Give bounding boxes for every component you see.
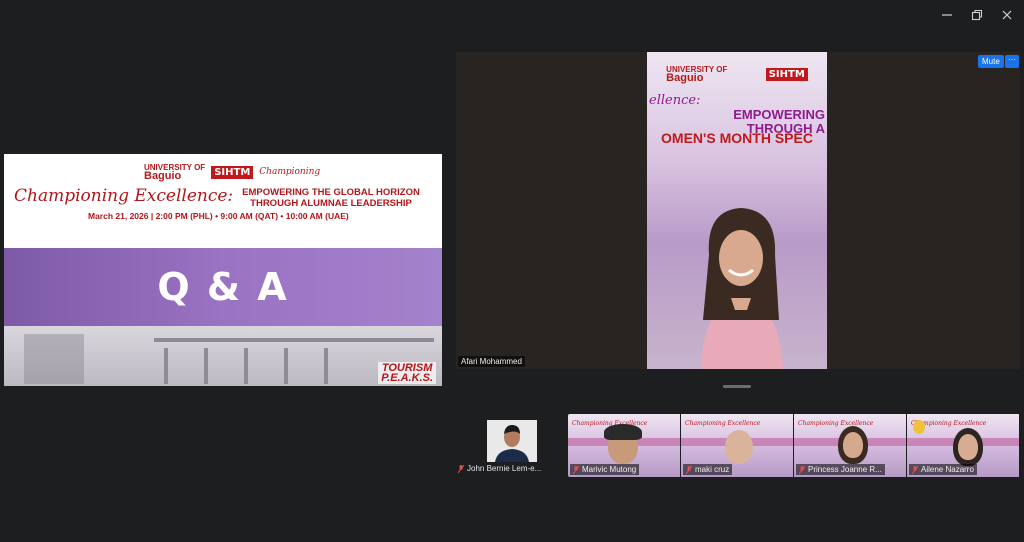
backdrop-logos: UNIVERSITY OF Baguio SIHTM (647, 66, 827, 84)
championing-logo: Championing (259, 167, 321, 177)
minimize-icon[interactable] (940, 8, 954, 22)
qa-heading: Q & A (157, 265, 289, 309)
active-speaker-video[interactable]: UNIVERSITY OF Baguio SIHTM ellence: EMPOW… (456, 52, 1020, 369)
restore-icon[interactable] (970, 8, 984, 22)
university-logo: UNIVERSITY OF Baguio (144, 163, 206, 182)
participant-tile[interactable]: Championing Excellence Ailene Nazarro (907, 414, 1020, 477)
speaker-camera-feed: UNIVERSITY OF Baguio SIHTM ellence: EMPOW… (647, 52, 827, 369)
resize-handle[interactable] (723, 385, 751, 388)
slide-title-script: Championing Excellence: (14, 186, 234, 206)
muted-icon (911, 465, 919, 474)
building-image (4, 326, 442, 386)
tourism-peaks-logo: TOURISM P.E.A.K.S. (378, 362, 436, 384)
speaker-person (701, 208, 783, 369)
muted-icon (572, 465, 580, 474)
participant-name-tag: Marivic Mutong (570, 464, 640, 475)
shared-screen[interactable]: UNIVERSITY OF Baguio SIHTM Championing C… (4, 154, 442, 386)
muted-icon (457, 464, 465, 473)
mute-button[interactable]: Mute (978, 55, 1004, 68)
speaker-name-label: Afari Mohammed (458, 356, 525, 367)
slide-title-bold: EMPOWERING THE GLOBAL HORIZON THROUGH AL… (242, 187, 420, 209)
participant-face (725, 430, 753, 464)
muted-icon (685, 465, 693, 474)
more-options-button[interactable]: ··· (1005, 55, 1019, 68)
close-icon[interactable] (1000, 8, 1014, 22)
participant-strip[interactable]: Championing Excellence Marivic Mutong Ch… (568, 414, 1020, 477)
muted-icon (798, 465, 806, 474)
participant-avatar (495, 425, 529, 462)
participant-name-tag: maki cruz (683, 464, 733, 475)
participant-tile[interactable]: Championing Excellence maki cruz (681, 414, 794, 477)
logo-row: UNIVERSITY OF Baguio SIHTM Championing (144, 163, 321, 182)
participant-tile[interactable]: Championing Excellence Princess Joanne R… (794, 414, 907, 477)
participant-face (843, 432, 863, 458)
sihtm-logo: SIHTM (211, 165, 254, 179)
slide-band: Q & A (4, 248, 442, 326)
participant-tile[interactable]: Championing Excellence Marivic Mutong (568, 414, 681, 477)
slide-date-line: March 21, 2026 | 2:00 PM (PHL) • 9:00 AM… (88, 211, 349, 221)
raise-hand-icon (913, 420, 925, 434)
participant-thumbnail[interactable] (487, 420, 537, 462)
participant-name-tag: John Bernie Lem-e... (457, 464, 541, 473)
participant-face (958, 434, 978, 460)
participant-name-tag: Princess Joanne R... (796, 464, 885, 475)
backdrop-subtitle: OMEN'S MONTH SPEC (661, 130, 813, 146)
participant-name-tag: Ailene Nazarro (909, 464, 977, 475)
